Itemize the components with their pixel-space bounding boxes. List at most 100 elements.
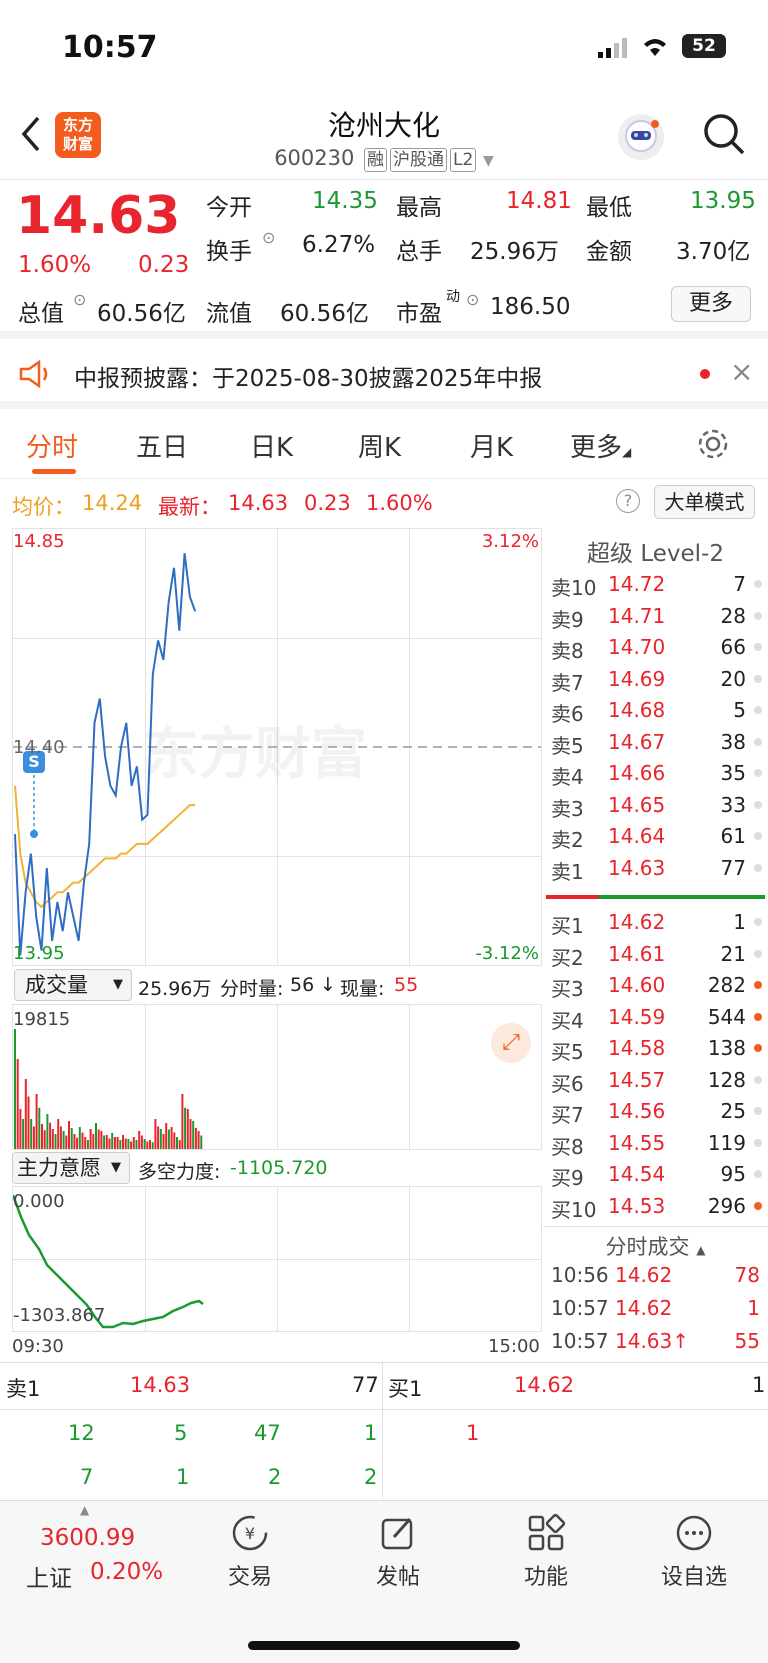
expand-icon[interactable]: ⤢ [491,1023,531,1063]
level-price: 14.58 [608,1036,666,1060]
ask-row[interactable]: 卖6 14.68 5 [543,696,768,727]
close-icon[interactable]: × [730,355,753,388]
pct-axis-top: 3.12% [481,531,539,552]
bid-row[interactable]: 买2 14.61 21 [543,940,768,971]
level-dot [754,1075,762,1084]
ask-row[interactable]: 卖4 14.66 35 [543,759,768,790]
bid-row[interactable]: 买6 14.57 128 [543,1066,768,1097]
ask-row[interactable]: 卖2 14.64 61 [543,822,768,853]
ask-row[interactable]: 卖9 14.71 28 [543,602,768,633]
volume-bar [122,1135,124,1149]
volume-bar [22,1119,25,1149]
volume-bar [84,1137,87,1149]
intraday-chart[interactable]: 东方财富 S 14.85 14.40 13.95 3.12% -3.12% [12,528,542,966]
tab-intraday[interactable]: 分时 [26,427,78,464]
volume-bar [154,1119,157,1149]
trade-price: 14.62 [615,1263,673,1287]
trade-ticker[interactable]: 分时成交 ▲ 10:56 14.62 78 10:57 14.62 1 10:57 14.63… [543,1226,768,1354]
tab-daily[interactable]: 日K [250,427,293,464]
info-icon[interactable]: ⊙ [262,228,275,247]
level-volume: 28 [720,603,746,628]
nav-add-watchlist[interactable]: 设自选 [644,1513,744,1591]
trade-price: 14.63↑ [615,1329,690,1353]
tab-more[interactable]: 更多◢ [570,427,631,464]
level-price: 14.54 [608,1162,666,1186]
volume-bar [100,1131,103,1149]
level-dot [754,674,762,683]
level-label: 卖7 [551,670,584,695]
unread-dot [700,369,710,379]
indicator-chart[interactable]: 0.000 -1303.867 [12,1186,542,1332]
more-quote-button[interactable]: 更多 [671,286,751,322]
bid-row[interactable]: 买1 14.62 1 [543,908,768,939]
bid-row[interactable]: 买7 14.56 25 [543,1097,768,1128]
robot-assistant-icon[interactable] [618,114,664,160]
bid-row[interactable]: 买4 14.59 544 [543,1003,768,1034]
volume-bar [70,1128,73,1149]
float-value: 60.56亿 [280,301,369,327]
indicator-selector[interactable]: 主力意愿 ▼ [12,1152,130,1184]
ask-row[interactable]: 卖10 14.72 7 [543,570,768,601]
volume-bar [138,1131,141,1149]
volume-bar [59,1126,62,1149]
tab-5day[interactable]: 五日 [136,427,188,464]
current-volume-label: 现量: [340,978,385,1000]
volume-bar [162,1134,165,1149]
volume-bar [135,1140,138,1149]
tab-active-indicator [32,469,76,474]
volume-bar [157,1126,160,1149]
y-axis-mid: 14.40 [13,737,65,758]
status-time: 10:57 [62,30,158,65]
settings-gear-icon[interactable] [696,427,730,465]
ask-row[interactable]: 卖8 14.70 66 [543,633,768,664]
level-price: 14.72 [608,572,666,596]
level-label: 卖6 [551,702,584,726]
volume-bar [170,1127,173,1149]
stock-code: 600230 [274,146,355,170]
volume-bar [49,1122,52,1149]
low-label: 最低 [586,195,632,221]
tab-weekly[interactable]: 周K [358,427,401,464]
level-label: 卖8 [551,639,584,663]
info-icon[interactable]: ⊙ [466,290,479,309]
volume-bar [111,1133,114,1149]
more-dots-icon [676,1515,712,1551]
ask-row[interactable]: 卖1 14.63 77 [543,854,768,885]
nav-functions[interactable]: 功能 [496,1513,596,1591]
volume-selector[interactable]: 成交量 ▼ [14,969,132,1001]
volume-bar [41,1124,43,1149]
bid-row[interactable]: 买9 14.54 95 [543,1160,768,1191]
level-volume: 119 [707,1130,746,1155]
ask-row[interactable]: 卖7 14.69 20 [543,665,768,696]
nav-add-watchlist-label: 设自选 [660,1565,727,1590]
volume-chart[interactable]: 19815 ⤢ [12,1004,542,1150]
ask-row[interactable]: 卖5 14.67 38 [543,728,768,759]
help-icon[interactable]: ? [616,489,640,513]
level-price: 14.53 [608,1193,666,1218]
index-ticker[interactable]: ▲ 3600.99 上证 0.20% [0,1501,170,1601]
level-volume: 282 [707,973,746,997]
info-icon[interactable]: ⊙ [73,290,86,309]
turnover-value: 6.27% [302,232,376,258]
big-order-mode-button[interactable]: 大单模式 [654,485,755,519]
level-price: 14.61 [608,941,666,966]
latest-percent: 1.60% [366,491,433,515]
bid-row[interactable]: 买10 14.53 296 [543,1192,768,1223]
ask-row[interactable]: 卖3 14.65 33 [543,791,768,822]
level-price: 14.69 [608,666,666,691]
bid-row[interactable]: 买5 14.58 138 [543,1034,768,1065]
bid-row[interactable]: 买8 14.55 119 [543,1129,768,1160]
trades-title-text: 分时成交 [605,1235,690,1259]
chevron-down-icon[interactable]: ▼ [483,153,494,169]
orderbook-title[interactable]: 超级 Level-2 [543,528,768,567]
tab-monthly[interactable]: 月K [470,427,513,464]
search-icon[interactable] [702,112,746,160]
svg-text:¥: ¥ [245,1524,255,1543]
volume-bar [186,1109,189,1149]
level-price: 14.59 [608,1004,666,1029]
nav-post[interactable]: 发帖 [348,1513,448,1591]
notice-text: 中报预披露：于2025-08-30披露2025年中报 [74,366,543,392]
nav-trade[interactable]: ¥ 交易 [200,1513,300,1591]
notice-banner[interactable]: 中报预披露：于2025-08-30披露2025年中报 × [0,339,768,409]
bid-row[interactable]: 买3 14.60 282 [543,971,768,1002]
